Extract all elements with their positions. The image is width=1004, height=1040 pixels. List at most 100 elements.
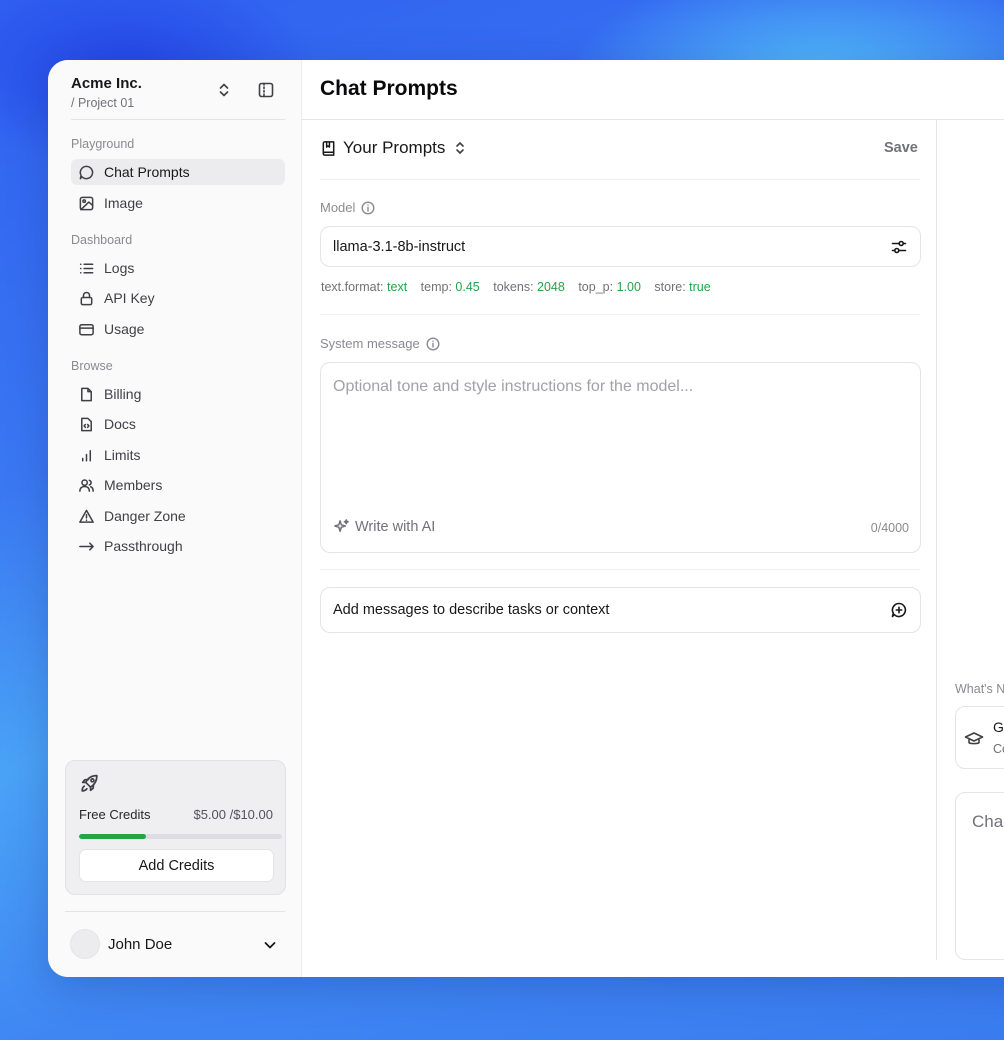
param-value: 1.00 — [616, 280, 641, 294]
avatar — [70, 929, 100, 959]
section-title-playground: Playground — [71, 137, 135, 151]
sidebar-item-image[interactable]: Image — [71, 190, 285, 216]
sidebar-item-billing[interactable]: Billing — [71, 381, 285, 407]
param-key: top_p: — [578, 280, 614, 294]
workspace-switcher[interactable]: Acme Inc. / Project 01 — [71, 75, 142, 110]
sidebar-item-api-key[interactable]: API Key — [71, 285, 285, 311]
add-credits-button[interactable]: Add Credits — [79, 849, 274, 882]
chevrons-up-down-icon[interactable] — [214, 80, 234, 100]
sidebar-item-members[interactable]: Members — [71, 472, 285, 498]
main-content: Chat Prompts Your Prompts Save Model lla… — [302, 60, 1004, 977]
users-icon — [79, 478, 94, 492]
model-label-text: Model — [320, 200, 356, 215]
credits-progress-bar — [79, 834, 282, 839]
sidebar-item-label: Usage — [104, 321, 145, 337]
graduation-cap-icon — [964, 732, 984, 745]
sidebar-item-passthrough[interactable]: Passthrough — [71, 533, 285, 559]
chevron-down-icon[interactable] — [261, 936, 279, 954]
sidebar-item-label: Logs — [104, 260, 135, 276]
model-label: Model — [320, 200, 375, 215]
param-key: store: — [654, 280, 686, 294]
param-value: text — [387, 280, 408, 294]
credits-progress-fill — [79, 834, 146, 839]
credits-label: Free Credits — [79, 807, 151, 822]
list-icon — [79, 262, 94, 274]
chevrons-up-down-icon — [456, 142, 465, 154]
sidebar-item-chat-prompts[interactable]: Chat Prompts — [71, 159, 285, 185]
sidebar-item-label: Danger Zone — [104, 508, 186, 524]
sparkles-icon — [334, 519, 349, 532]
sidebar-item-logs[interactable]: Logs — [71, 255, 285, 281]
arrow-right-icon — [79, 541, 94, 551]
sidebar-item-limits[interactable]: Limits — [71, 442, 285, 468]
workspace-name: Acme Inc. — [71, 75, 142, 92]
sidebar: Acme Inc. / Project 01 Playground Chat P… — [48, 60, 302, 977]
file-code-icon — [81, 417, 92, 431]
param-key: tokens: — [493, 280, 534, 294]
sidebar-divider — [65, 911, 285, 912]
prompts-title: Your Prompts — [343, 138, 446, 157]
credit-card-icon — [79, 323, 94, 335]
sidebar-item-label: Limits — [104, 447, 141, 463]
write-with-ai-label: Write with AI — [355, 518, 436, 535]
file-icon — [81, 387, 92, 401]
sidebar-item-label: Image — [104, 195, 143, 211]
sidebar-item-label: API Key — [104, 290, 155, 306]
info-icon[interactable] — [426, 336, 440, 351]
sidebar-item-danger-zone[interactable]: Danger Zone — [71, 503, 285, 529]
card-subtitle: Co — [993, 742, 1004, 756]
system-message-input[interactable]: Optional tone and style instructions for… — [320, 362, 921, 553]
character-count: 0/4000 — [870, 521, 909, 535]
rocket-icon — [81, 774, 98, 792]
section-divider — [320, 569, 920, 570]
system-message-label: System message — [320, 336, 440, 351]
credits-card: Free Credits $5.00 /$10.00 Add Credits — [65, 760, 286, 895]
card-title: G — [993, 719, 1004, 735]
sliders-icon[interactable] — [890, 238, 908, 256]
user-menu[interactable]: John Doe — [70, 929, 172, 959]
whats-new-card[interactable]: G Co — [955, 706, 1004, 769]
sidebar-item-usage[interactable]: Usage — [71, 316, 285, 342]
warning-icon — [79, 509, 94, 523]
model-value: llama-3.1-8b-instruct — [333, 238, 466, 255]
sidebar-divider — [71, 119, 285, 120]
param-value: 2048 — [537, 280, 565, 294]
prompts-selector[interactable]: Your Prompts — [320, 138, 468, 158]
sidebar-toggle-icon[interactable] — [256, 80, 276, 100]
lock-icon — [80, 291, 93, 305]
write-with-ai-button[interactable]: Write with AI — [333, 518, 435, 535]
whats-new-label: What's N — [955, 682, 1004, 696]
sidebar-item-label: Billing — [104, 386, 142, 402]
panel-divider — [936, 120, 937, 960]
section-title-dashboard: Dashboard — [71, 233, 133, 247]
sidebar-item-label: Docs — [104, 416, 136, 432]
info-icon[interactable] — [361, 200, 375, 215]
header-divider — [302, 119, 1004, 120]
sidebar-item-label: Chat Prompts — [104, 164, 190, 180]
message-plus-icon — [891, 602, 907, 618]
save-button[interactable]: Save — [884, 140, 918, 156]
system-message-label-text: System message — [320, 336, 420, 351]
chat-input[interactable]: Cha — [955, 792, 1004, 960]
model-select[interactable]: llama-3.1-8b-instruct — [320, 226, 921, 267]
sidebar-item-docs[interactable]: Docs — [71, 411, 285, 437]
param-value: true — [689, 280, 711, 294]
param-key: text.format: — [321, 280, 384, 294]
param-key: temp: — [420, 280, 452, 294]
page-title: Chat Prompts — [320, 77, 458, 100]
section-title-browse: Browse — [71, 359, 113, 373]
chat-bubble-icon — [79, 165, 94, 179]
system-message-placeholder: Optional tone and style instructions for… — [333, 378, 694, 395]
project-name: / Project 01 — [71, 96, 135, 110]
app-window: Acme Inc. / Project 01 Playground Chat P… — [48, 60, 1004, 977]
param-value: 0.45 — [455, 280, 480, 294]
bar-chart-icon — [81, 449, 92, 461]
user-name: John Doe — [108, 935, 173, 953]
section-divider — [320, 179, 920, 180]
sidebar-item-label: Passthrough — [104, 538, 183, 554]
image-icon — [79, 196, 94, 210]
add-messages-button[interactable]: Add messages to describe tasks or contex… — [320, 587, 921, 633]
chat-input-placeholder: Cha — [972, 812, 1004, 831]
section-divider — [320, 314, 920, 315]
model-params: text.format: text temp: 0.45 tokens: 204… — [321, 280, 721, 294]
